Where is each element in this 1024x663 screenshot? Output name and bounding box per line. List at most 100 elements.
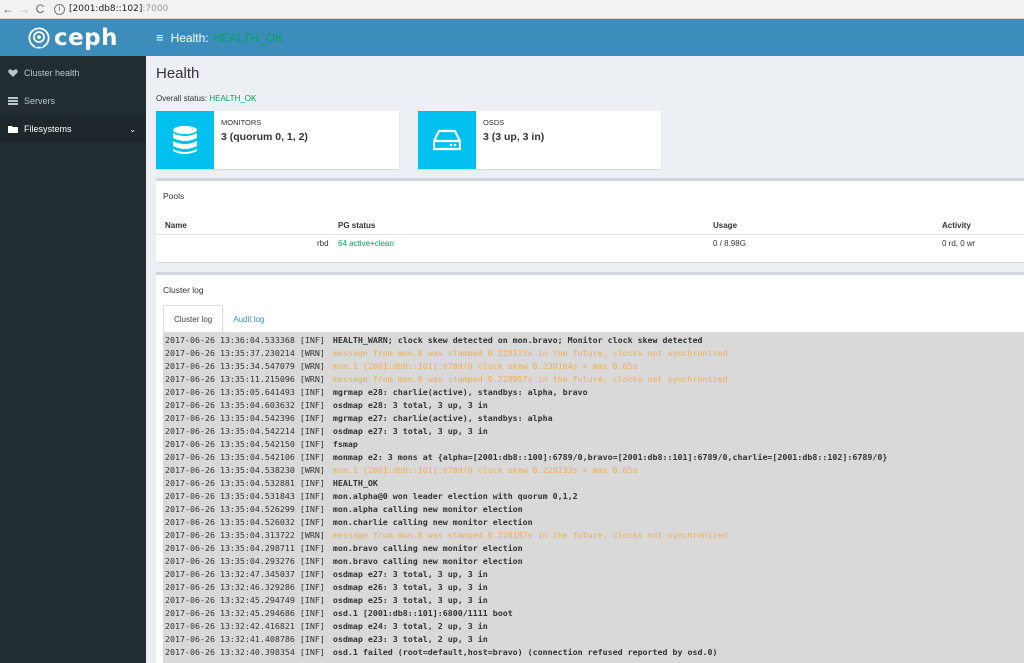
- osds-info-box: OSDS 3 (3 up, 3 in): [418, 111, 661, 169]
- log-timestamp: 2017-06-26 13:32:42.416821 [INF]: [165, 621, 325, 631]
- column-header-usage: Usage: [713, 221, 738, 230]
- log-message: osdmap e24: 3 total, 2 up, 3 in: [332, 621, 488, 631]
- reload-button[interactable]: C: [32, 0, 48, 19]
- log-timestamp: 2017-06-26 13:35:34.547079 [WRN]: [165, 361, 325, 371]
- monitors-value: 3 (quorum 0, 1, 2): [221, 131, 308, 143]
- log-timestamp: 2017-06-26 13:32:45.294686 [INF]: [165, 608, 325, 618]
- log-line: 2017-06-26 13:35:04.542396 [INF] mgrmap e…: [163, 412, 1024, 425]
- log-line: 2017-06-26 13:32:45.294686 [INF] osd.1 [2…: [163, 607, 1024, 620]
- pool-name: rbd: [317, 239, 329, 248]
- log-timestamp: 2017-06-26 13:35:04.603632 [INF]: [165, 400, 325, 410]
- browser-toolbar: ← → C i [2001:db8::102] :7000: [0, 0, 1024, 19]
- log-line: 2017-06-26 13:35:04.538230 [WRN] mon.1 [2…: [163, 464, 1024, 477]
- header-health-status: HEALTH_OK: [212, 30, 284, 45]
- sidebar-item-filesystems[interactable]: Filesystems ⌄: [0, 115, 146, 143]
- info-icon[interactable]: i: [54, 3, 65, 15]
- log-message: message from mon.0 was stamped 0.228957s…: [332, 374, 728, 384]
- log-message: osdmap e23: 3 total, 2 up, 3 in: [332, 634, 488, 644]
- log-line: 2017-06-26 13:35:04.542150 [INF] fsmap: [163, 438, 1024, 451]
- cluster-log-panel: Cluster log Cluster log Audit log 2017-0…: [156, 272, 1024, 663]
- log-line: 2017-06-26 13:35:04.526299 [INF] mon.alph…: [163, 503, 1024, 516]
- column-header-name: Name: [165, 221, 187, 230]
- log-line: 2017-06-26 13:35:04.542214 [INF] osdmap e…: [163, 425, 1024, 438]
- log-message: osd.1 failed (root=default,host=bravo) (…: [332, 647, 718, 657]
- ceph-logo-icon: [28, 26, 50, 49]
- brand-name: ceph: [53, 24, 119, 51]
- log-message: mon.alpha@0 won leader election with quo…: [332, 491, 578, 501]
- log-timestamp: 2017-06-26 13:35:04.532881 [INF]: [165, 478, 325, 488]
- log-output: 2017-06-26 13:36:04.533368 [INF] HEALTH_W…: [163, 333, 1024, 663]
- cluster-log-title: Cluster log: [163, 285, 204, 295]
- menu-toggle-icon[interactable]: ≡: [156, 30, 164, 45]
- column-header-activity: Activity: [942, 221, 971, 230]
- logo[interactable]: ceph: [0, 19, 146, 56]
- log-timestamp: 2017-06-26 13:32:40.398354 [INF]: [165, 647, 325, 657]
- log-timestamp: 2017-06-26 13:35:11.215096 [WRN]: [165, 374, 325, 384]
- log-message: osdmap e28: 3 total, 3 up, 3 in: [332, 400, 488, 410]
- log-message: osdmap e27: 3 total, 3 up, 3 in: [332, 569, 488, 579]
- log-message: mgrmap e28: charlie(active), standbys: a…: [332, 387, 588, 397]
- log-line: 2017-06-26 13:32:45.294749 [INF] osdmap e…: [163, 594, 1024, 607]
- tab-audit-log[interactable]: Audit log: [223, 305, 274, 333]
- heart-icon: [8, 69, 18, 77]
- url-port: :7000: [142, 4, 169, 14]
- log-line: 2017-06-26 13:32:41.408786 [INF] osdmap e…: [163, 633, 1024, 646]
- log-message: HEALTH_OK: [332, 478, 378, 488]
- address-bar[interactable]: i [2001:db8::102] :7000: [54, 2, 168, 17]
- pools-panel: Pools Name PG status Usage Activity rbd …: [156, 178, 1024, 262]
- folder-icon: [8, 126, 18, 133]
- sidebar-item-label: Servers: [24, 96, 56, 106]
- log-line: 2017-06-26 13:35:04.293276 [INF] mon.brav…: [163, 555, 1024, 568]
- overall-status: Overall status: HEALTH_OK: [156, 94, 256, 103]
- log-message: osdmap e26: 3 total, 3 up, 3 in: [332, 582, 488, 592]
- log-message: mon.1 [2001:db8::101]:6789/0 clock skew …: [332, 465, 638, 475]
- log-message: message from mon.0 was stamped 0.228197s…: [332, 530, 728, 540]
- log-timestamp: 2017-06-26 13:35:04.526299 [INF]: [165, 504, 325, 514]
- log-message: message from mon.0 was stamped 0.228123s…: [332, 348, 728, 358]
- log-line: 2017-06-26 13:35:05.641493 [INF] mgrmap e…: [163, 386, 1024, 399]
- sidebar-item-servers[interactable]: Servers: [0, 87, 146, 115]
- log-message: mon.bravo calling new monitor election: [332, 543, 523, 553]
- pools-title: Pools: [163, 191, 185, 201]
- log-timestamp: 2017-06-26 13:35:04.542396 [INF]: [165, 413, 325, 423]
- log-timestamp: 2017-06-26 13:32:45.294749 [INF]: [165, 595, 325, 605]
- page-title: Health: [156, 65, 200, 82]
- log-timestamp: 2017-06-26 13:35:04.542106 [INF]: [165, 452, 325, 462]
- pool-pg-status: 64 active+clean: [338, 239, 394, 248]
- log-message: mon.1 [2001:db8::101]:6789/0 clock skew …: [332, 361, 638, 371]
- log-timestamp: 2017-06-26 13:36:04.533368 [INF]: [165, 335, 325, 345]
- forward-button[interactable]: →: [16, 0, 32, 19]
- log-message: mon.alpha calling new monitor election: [332, 504, 523, 514]
- log-timestamp: 2017-06-26 13:35:37.230214 [WRN]: [165, 348, 325, 358]
- back-button[interactable]: ←: [0, 0, 16, 19]
- tab-cluster-log[interactable]: Cluster log: [163, 305, 224, 333]
- log-message: monmap e2: 3 mons at {alpha=[2001:db8::1…: [332, 452, 888, 462]
- overall-status-label: Overall status:: [156, 94, 208, 103]
- log-line: 2017-06-26 13:35:04.526032 [INF] mon.char…: [163, 516, 1024, 529]
- log-line: 2017-06-26 13:35:04.603632 [INF] osdmap e…: [163, 399, 1024, 412]
- monitors-info-box: MONITORS 3 (quorum 0, 1, 2): [156, 111, 399, 169]
- log-message: fsmap: [332, 439, 358, 449]
- log-line: 2017-06-26 13:35:04.532881 [INF] HEALTH_O…: [163, 477, 1024, 490]
- log-timestamp: 2017-06-26 13:35:04.526032 [INF]: [165, 517, 325, 527]
- log-line: 2017-06-26 13:32:42.416821 [INF] osdmap e…: [163, 620, 1024, 633]
- header-health-label: Health:: [170, 30, 209, 45]
- log-message: osdmap e27: 3 total, 3 up, 3 in: [332, 426, 488, 436]
- pools-table: Name PG status Usage Activity rbd 64 act…: [156, 217, 1024, 253]
- log-line: 2017-06-26 13:35:04.298711 [INF] mon.brav…: [163, 542, 1024, 555]
- log-line: 2017-06-26 13:32:46.329286 [INF] osdmap e…: [163, 581, 1024, 594]
- log-timestamp: 2017-06-26 13:32:46.329286 [INF]: [165, 582, 325, 592]
- log-message: mon.bravo calling new monitor election: [332, 556, 523, 566]
- hard-drive-icon: [433, 129, 461, 151]
- server-list-icon: [8, 97, 18, 105]
- log-message: HEALTH_WARN; clock skew detected on mon.…: [332, 335, 703, 345]
- osds-label: OSDS: [483, 118, 505, 127]
- log-timestamp: 2017-06-26 13:35:04.298711 [INF]: [165, 543, 325, 553]
- log-line: 2017-06-26 13:35:11.215096 [WRN] message …: [163, 373, 1024, 386]
- log-timestamp: 2017-06-26 13:35:05.641493 [INF]: [165, 387, 325, 397]
- pool-activity: 0 rd, 0 wr: [942, 239, 976, 248]
- column-header-pg-status: PG status: [338, 221, 376, 230]
- sidebar-item-cluster-health[interactable]: Cluster health: [0, 59, 146, 87]
- log-timestamp: 2017-06-26 13:35:04.538230 [WRN]: [165, 465, 325, 475]
- table-row: rbd 64 active+clean 0 / 8.98G 0 rd, 0 wr: [156, 235, 1024, 253]
